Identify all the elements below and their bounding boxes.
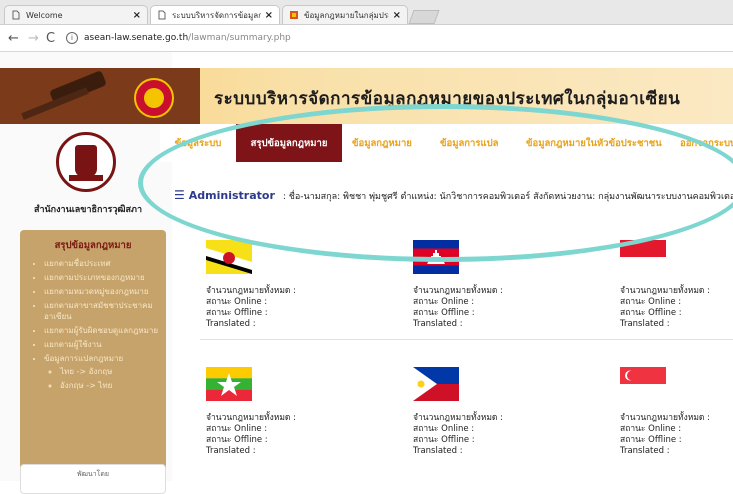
stat-total-label: จำนวนกฎหมายทั้งหมด :: [413, 413, 504, 423]
browser-window: Welcome × ระบบบริหารจัดการข้อมูลกฎ × ข้อ…: [0, 0, 733, 494]
stat-online-label: สถานะ Online :: [206, 424, 268, 434]
country-stats: จำนวนกฎหมายทั้งหมด : สถานะ Online : สถาน…: [413, 413, 503, 457]
tab-welcome[interactable]: Welcome ×: [4, 5, 148, 24]
philippines-flag-icon: [413, 367, 459, 401]
stat-online-label: สถานะ Online :: [413, 297, 475, 307]
stat-offline-label: สถานะ Offline :: [413, 435, 475, 445]
reload-icon[interactable]: C: [46, 31, 55, 46]
tab-title: ระบบบริหารจัดการข้อมูลกฎ: [172, 10, 261, 20]
stat-online-label: สถานะ Online :: [620, 297, 682, 307]
country-card-indonesia[interactable]: จำนวนกฎหมายทั้งหมด : สถานะ Online : สถาน…: [620, 240, 733, 350]
tab-summary[interactable]: ระบบบริหารจัดการข้อมูลกฎ ×: [150, 5, 280, 24]
back-arrow-icon[interactable]: ←: [8, 31, 19, 46]
stat-total-label: จำนวนกฎหมายทั้งหมด :: [620, 413, 711, 423]
stat-total-label: จำนวนกฎหมายทั้งหมด :: [620, 286, 711, 296]
country-card-singapore[interactable]: จำนวนกฎหมายทั้งหมด : สถานะ Online : สถาน…: [620, 367, 733, 477]
myanmar-flag-icon: [206, 367, 252, 401]
stat-total-label: จำนวนกฎหมายทั้งหมด :: [206, 286, 297, 296]
singapore-flag-icon: [620, 367, 666, 401]
site-title: ระบบบริหารจัดการข้อมูลกฎหมายของประเทศในก…: [214, 89, 681, 109]
stat-translated-label: Translated :: [620, 446, 670, 456]
stat-offline-label: สถานะ Offline :: [620, 435, 682, 445]
main-nav: ข้อมูลระบบ สรุปข้อมูลกฎหมาย ข้อมูลกฎหมาย…: [160, 124, 733, 162]
country-card-myanmar[interactable]: จำนวนกฎหมายทั้งหมด : สถานะ Online : สถาน…: [206, 367, 396, 477]
nav-translation-data[interactable]: ข้อมูลการแปล: [440, 124, 516, 162]
stat-total-label: จำนวนกฎหมายทั้งหมด :: [206, 413, 297, 423]
nav-logout[interactable]: ออกจากระบบ: [680, 124, 733, 162]
close-icon[interactable]: ×: [265, 10, 273, 21]
country-stats: จำนวนกฎหมายทั้งหมด : สถานะ Online : สถาน…: [413, 286, 503, 330]
country-stats: จำนวนกฎหมายทั้งหมด : สถานะ Online : สถาน…: [206, 413, 296, 457]
stat-offline-label: สถานะ Offline :: [620, 308, 682, 318]
sidebar-item[interactable]: แยกตามสาขาสมัชชาประชาคมอาเซียน: [44, 300, 166, 322]
stat-translated-label: Translated :: [206, 319, 256, 329]
country-card-brunei[interactable]: จำนวนกฎหมายทั้งหมด : สถานะ Online : สถาน…: [206, 240, 396, 350]
tab-bar: Welcome × ระบบบริหารจัดการข้อมูลกฎ × ข้อ…: [0, 0, 733, 25]
forward-arrow-icon[interactable]: →: [28, 31, 39, 46]
admin-title: Administrator: [188, 189, 275, 202]
url-host: asean-law.senate.go.th: [84, 33, 189, 43]
url-field[interactable]: i asean-law.senate.go.th/lawman/summary.…: [66, 30, 726, 46]
brunei-flag-icon: [206, 240, 252, 274]
stat-translated-label: Translated :: [413, 319, 463, 329]
stat-offline-label: สถานะ Offline :: [206, 435, 268, 445]
close-icon[interactable]: ×: [393, 10, 401, 21]
page-icon: [12, 10, 20, 20]
developer-box: พัฒนาโดย: [20, 464, 166, 494]
stat-translated-label: Translated :: [206, 446, 256, 456]
info-icon[interactable]: i: [66, 32, 78, 44]
country-stats: จำนวนกฎหมายทั้งหมด : สถานะ Online : สถาน…: [206, 286, 296, 330]
sidebar-subitem[interactable]: ไทย -> อังกฤษ: [60, 366, 166, 377]
country-stats: จำนวนกฎหมายทั้งหมด : สถานะ Online : สถาน…: [620, 413, 710, 457]
sidebar-item[interactable]: ข้อมูลการแปลกฎหมาย ไทย -> อังกฤษ อังกฤษ …: [44, 353, 166, 391]
site-favicon-icon: [290, 11, 298, 19]
admin-info: ☰ Administrator : ชื่อ-นามสกุล: พิชชา พุ่ม…: [174, 188, 733, 203]
url-path: /lawman/summary.php: [188, 33, 291, 43]
cambodia-flag-icon: [413, 240, 459, 274]
sidebar-subitem[interactable]: อังกฤษ -> ไทย: [60, 380, 166, 391]
office-name: สำนักงานเลขาธิการวุฒิสภา: [33, 205, 143, 215]
sidebar-item[interactable]: แยกตามชื่อประเทศ: [44, 258, 166, 269]
web-page: ระบบบริหารจัดการข้อมูลกฎหมายของประเทศในก…: [0, 52, 733, 494]
country-card-cambodia[interactable]: จำนวนกฎหมายทั้งหมด : สถานะ Online : สถาน…: [413, 240, 603, 350]
nav-public-laws[interactable]: ข้อมูลกฎหมายในหัวข้อประชาชน: [526, 124, 682, 162]
page-icon: [158, 10, 166, 20]
sidebar-summary-box: สรุปข้อมูลกฎหมาย แยกตามชื่อประเทศ แยกตาม…: [20, 230, 166, 484]
stat-offline-label: สถานะ Offline :: [413, 308, 475, 318]
sidebar-item[interactable]: แยกตามประเภทของกฎหมาย: [44, 272, 166, 283]
stat-total-label: จำนวนกฎหมายทั้งหมด :: [413, 286, 504, 296]
indonesia-flag-icon: [620, 240, 666, 274]
stat-online-label: สถานะ Online :: [413, 424, 475, 434]
row-divider: [200, 339, 733, 340]
asean-logo: [134, 78, 174, 118]
stat-online-label: สถานะ Online :: [620, 424, 682, 434]
sidebar-item[interactable]: แยกตามผู้ใช้งาน: [44, 339, 166, 350]
sidebar-item[interactable]: แยกตามผู้รับผิดชอบดูแลกฎหมาย: [44, 325, 166, 336]
stat-offline-label: สถานะ Offline :: [206, 308, 268, 318]
new-tab-button[interactable]: [408, 10, 440, 24]
tab-laws[interactable]: ข้อมูลกฎหมายในกลุ่มประเท ×: [282, 5, 408, 24]
close-icon[interactable]: ×: [133, 10, 141, 21]
address-bar: ← → C i asean-law.senate.go.th/lawman/su…: [0, 25, 733, 52]
admin-details: : ชื่อ-นามสกุล: พิชชา พุ่มชูศรี ตำแหน่ง:…: [282, 192, 733, 202]
sidebar-item[interactable]: แยกตามหมวดหมู่ของกฎหมาย: [44, 286, 166, 297]
nav-law-summary[interactable]: สรุปข้อมูลกฎหมาย: [236, 124, 342, 162]
menu-icon[interactable]: ☰: [174, 188, 185, 202]
tab-title: ข้อมูลกฎหมายในกลุ่มประเท: [304, 10, 389, 20]
senate-emblem-logo: [56, 132, 116, 192]
stat-online-label: สถานะ Online :: [206, 297, 268, 307]
sidebar-sublist: ไทย -> อังกฤษ อังกฤษ -> ไทย: [44, 366, 166, 391]
nav-law-data[interactable]: ข้อมูลกฎหมาย: [352, 124, 428, 162]
sidebar-title: สรุปข้อมูลกฎหมาย: [54, 240, 132, 251]
sidebar-item-label: ข้อมูลการแปลกฎหมาย: [44, 354, 124, 363]
nav-system-info[interactable]: ข้อมูลระบบ: [160, 124, 236, 162]
tab-title: Welcome: [26, 10, 63, 20]
sidebar-list: แยกตามชื่อประเทศ แยกตามประเภทของกฎหมาย แ…: [30, 258, 166, 394]
stat-translated-label: Translated :: [413, 446, 463, 456]
stat-translated-label: Translated :: [620, 319, 670, 329]
country-card-philippines[interactable]: จำนวนกฎหมายทั้งหมด : สถานะ Online : สถาน…: [413, 367, 603, 477]
country-stats: จำนวนกฎหมายทั้งหมด : สถานะ Online : สถาน…: [620, 286, 710, 330]
